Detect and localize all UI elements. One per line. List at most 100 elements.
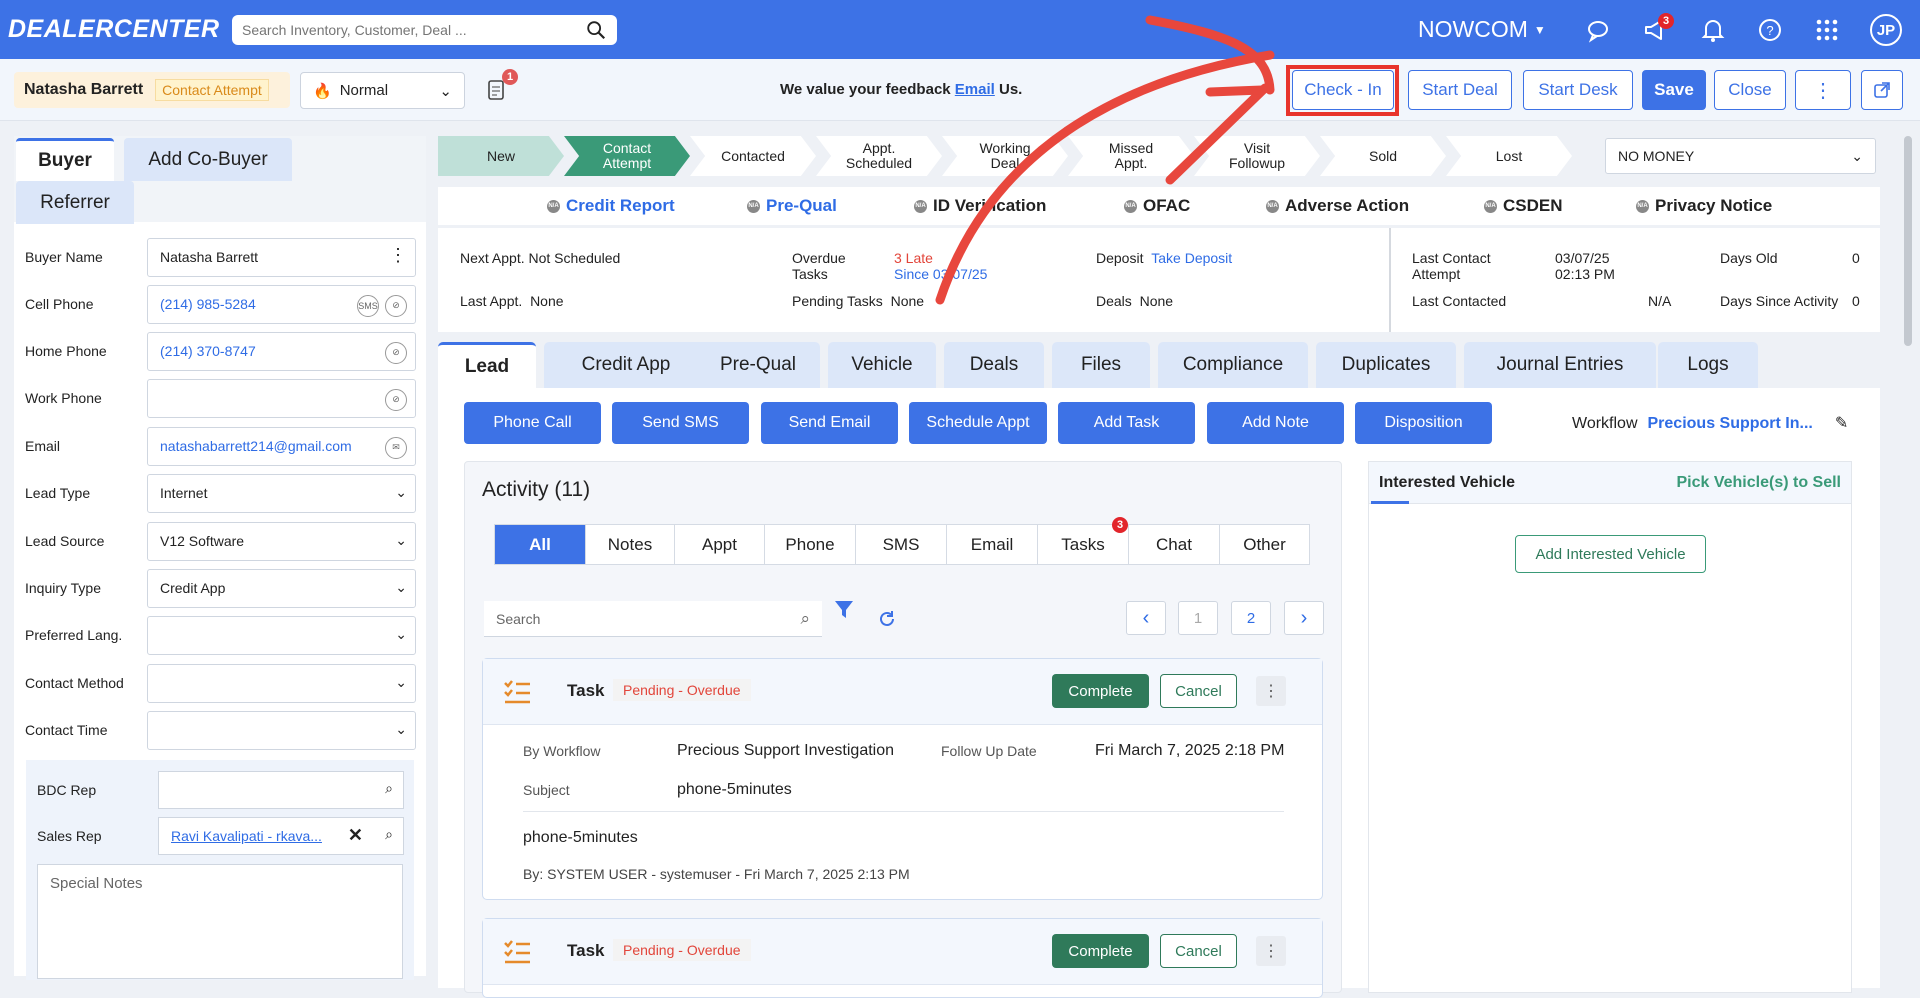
email-input[interactable]: natashabarrett214@gmail.com ✉ xyxy=(147,426,416,466)
bdc-rep-input[interactable]: ⌕ xyxy=(158,771,404,809)
popout-button[interactable] xyxy=(1861,70,1903,110)
lead-source-select[interactable]: V12 Software ⌄ xyxy=(147,521,416,561)
search-icon[interactable] xyxy=(585,19,607,41)
tab-journal-entries[interactable]: Journal Entries xyxy=(1464,342,1656,388)
cancel-button[interactable]: Cancel xyxy=(1160,934,1237,968)
dealercenter-logo[interactable]: DEALERCENTER xyxy=(8,15,220,44)
card-more-button[interactable]: ⋮ xyxy=(1256,936,1286,966)
report-credit-report[interactable]: N/A Credit Report xyxy=(547,196,675,216)
global-search-input[interactable] xyxy=(242,22,585,38)
user-avatar[interactable]: JP xyxy=(1870,14,1902,46)
tab-vehicle[interactable]: Vehicle xyxy=(828,342,936,388)
report-adverse-action[interactable]: N/A Adverse Action xyxy=(1266,196,1409,216)
stage-appt-scheduled[interactable]: Appt. Scheduled xyxy=(816,136,942,176)
tab-credit-app[interactable]: Credit App xyxy=(544,342,708,388)
tab-referrer[interactable]: Referrer xyxy=(16,181,134,224)
activity-search-input[interactable]: Search ⌕ xyxy=(484,601,822,637)
preferred-lang-select[interactable]: ⌄ xyxy=(147,615,416,655)
start-desk-button[interactable]: Start Desk xyxy=(1523,70,1633,110)
scrollbar[interactable] xyxy=(1904,136,1912,346)
apps-grid-icon[interactable] xyxy=(1814,17,1840,43)
report-csden[interactable]: N/A CSDEN xyxy=(1484,196,1563,216)
filter-phone[interactable]: Phone xyxy=(765,525,856,564)
help-icon[interactable]: ? xyxy=(1757,17,1783,43)
tab-pre-qual[interactable]: Pre-Qual xyxy=(696,342,820,388)
special-notes-textarea[interactable]: Special Notes xyxy=(37,864,403,979)
tab-files[interactable]: Files xyxy=(1052,342,1150,388)
tab-add-co-buyer[interactable]: Add Co-Buyer xyxy=(124,138,292,181)
tab-duplicates[interactable]: Duplicates xyxy=(1316,342,1456,388)
money-status-select[interactable]: NO MONEY ⌄ xyxy=(1605,138,1876,174)
add-note-button[interactable]: Add Note xyxy=(1207,402,1344,444)
stage-new[interactable]: New xyxy=(438,136,564,176)
stage-sold[interactable]: Sold xyxy=(1320,136,1446,176)
close-button[interactable]: Close xyxy=(1714,70,1786,110)
schedule-appt-button[interactable]: Schedule Appt xyxy=(909,402,1047,444)
cancel-button[interactable]: Cancel xyxy=(1160,674,1237,708)
buyer-name-input[interactable]: Natasha Barrett ⋮ xyxy=(147,237,416,277)
work-phone-input[interactable]: ⊘ xyxy=(147,378,416,418)
feedback-email-link[interactable]: Email xyxy=(955,81,995,98)
stage-working-deal[interactable]: Working Deal xyxy=(942,136,1068,176)
contact-method-select[interactable]: ⌄ xyxy=(147,663,416,703)
sales-rep-input[interactable]: Ravi Kavalipati - rkava... ✕ ⌕ xyxy=(158,817,404,855)
interested-vehicle-title[interactable]: Interested Vehicle xyxy=(1379,474,1515,492)
tab-lead[interactable]: Lead xyxy=(438,342,536,388)
sales-rep-link[interactable]: Ravi Kavalipati - rkava... xyxy=(171,828,322,844)
save-button[interactable]: Save xyxy=(1642,70,1706,110)
filter-email[interactable]: Email xyxy=(947,525,1038,564)
cell-phone-link[interactable]: (214) 985-5284 xyxy=(160,296,256,312)
filter-icon[interactable] xyxy=(833,598,855,620)
filter-tasks[interactable]: Tasks 3 xyxy=(1038,517,1129,564)
take-deposit-link[interactable]: Take Deposit xyxy=(1151,250,1232,266)
filter-sms[interactable]: SMS xyxy=(856,525,947,564)
tab-buyer[interactable]: Buyer xyxy=(16,138,114,181)
add-interested-vehicle-button[interactable]: Add Interested Vehicle xyxy=(1515,535,1706,573)
email-link[interactable]: natashabarrett214@gmail.com xyxy=(160,438,352,454)
card-more-button[interactable]: ⋮ xyxy=(1256,676,1286,706)
clear-icon[interactable]: ✕ xyxy=(348,825,363,846)
pick-vehicle-link[interactable]: Pick Vehicle(s) to Sell xyxy=(1676,474,1841,492)
sms-icon[interactable]: SMS xyxy=(357,294,379,317)
org-selector[interactable]: NOWCOM ▼ xyxy=(1418,16,1546,43)
filter-all[interactable]: All xyxy=(495,525,586,564)
add-task-button[interactable]: Add Task xyxy=(1058,402,1195,444)
filter-appt[interactable]: Appt xyxy=(675,525,765,564)
filter-other[interactable]: Other xyxy=(1220,525,1309,564)
contact-time-select[interactable]: ⌄ xyxy=(147,710,416,750)
report-pre-qual[interactable]: N/A Pre-Qual xyxy=(747,196,837,216)
refresh-icon[interactable] xyxy=(876,608,898,630)
stage-missed-appt[interactable]: Missed Appt. xyxy=(1068,136,1194,176)
page-1-button[interactable]: 1 xyxy=(1178,601,1218,635)
tab-deals[interactable]: Deals xyxy=(944,342,1044,388)
page-2-button[interactable]: 2 xyxy=(1231,601,1271,635)
start-deal-button[interactable]: Start Deal xyxy=(1408,70,1512,110)
workflow-link[interactable]: Precious Support In... xyxy=(1648,415,1813,432)
more-menu-button[interactable]: ⋮ xyxy=(1795,70,1851,110)
bell-icon[interactable] xyxy=(1700,17,1726,43)
home-phone-input[interactable]: (214) 370-8747 ⊘ xyxy=(147,331,416,371)
stage-contacted[interactable]: Contacted xyxy=(690,136,816,176)
no-call-icon[interactable]: ⊘ xyxy=(385,341,407,364)
global-search-box[interactable] xyxy=(232,15,617,45)
stage-contact-attempt[interactable]: Contact Attempt xyxy=(564,136,690,176)
stage-visit-followup[interactable]: Visit Followup xyxy=(1194,136,1320,176)
lead-type-select[interactable]: Internet ⌄ xyxy=(147,473,416,513)
priority-select[interactable]: 🔥 Normal ⌄ xyxy=(300,72,465,109)
search-icon[interactable]: ⌕ xyxy=(385,826,393,843)
inquiry-type-select[interactable]: Credit App ⌄ xyxy=(147,568,416,608)
complete-button[interactable]: Complete xyxy=(1052,674,1149,708)
home-phone-link[interactable]: (214) 370-8747 xyxy=(160,343,256,359)
stage-lost[interactable]: Lost xyxy=(1446,136,1572,176)
chat-icon[interactable] xyxy=(1586,17,1612,43)
filter-notes[interactable]: Notes xyxy=(586,525,675,564)
send-sms-button[interactable]: Send SMS xyxy=(612,402,749,444)
report-ofac[interactable]: N/A OFAC xyxy=(1124,196,1190,216)
complete-button[interactable]: Complete xyxy=(1052,934,1149,968)
pencil-icon[interactable]: ✎ xyxy=(1835,415,1848,432)
phone-call-button[interactable]: Phone Call xyxy=(464,402,601,444)
kebab-icon[interactable]: ⋮ xyxy=(389,245,407,266)
disposition-button[interactable]: Disposition xyxy=(1355,402,1492,444)
filter-chat[interactable]: Chat xyxy=(1129,525,1220,564)
no-call-icon[interactable]: ⊘ xyxy=(385,388,407,411)
